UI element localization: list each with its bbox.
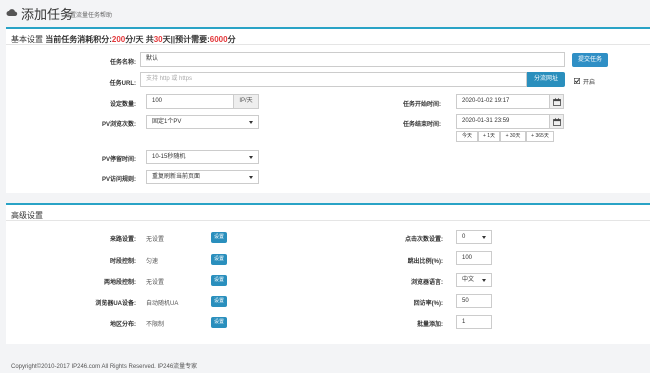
points-per-day: 200 (111, 35, 126, 44)
start-time-input[interactable]: 2020-01-02 19:17 (456, 94, 550, 109)
area-label: 地区分布: (110, 322, 136, 328)
area-value: 不限制 (146, 322, 165, 328)
end-time-label: 任务结束时间: (403, 122, 441, 128)
task-name-input[interactable]: 默认 (140, 52, 565, 67)
range-plus-365-button[interactable]: + 365天 (526, 131, 554, 142)
ua-value: 自动随机UA (146, 301, 179, 307)
chevron-down-icon (482, 279, 486, 282)
jump-ratio-label: 跳出比例(%): (407, 259, 443, 265)
page-header: 添加任务 设置流量任务帮助 (0, 0, 650, 26)
enable-checkbox[interactable] (574, 78, 580, 84)
browser-lang-value: 中文 (462, 277, 475, 283)
region-control-set-button[interactable]: 设置 (211, 275, 227, 286)
chevron-down-icon (249, 121, 253, 124)
task-url-label: 任务URL: (109, 81, 136, 87)
chevron-down-icon (249, 156, 253, 159)
days-count: 30 (153, 35, 163, 44)
submit-task-button[interactable]: 提交任务 (572, 53, 608, 67)
pv-depth-select[interactable]: 固定1个PV (146, 115, 259, 129)
batch-add-label: 批量添加: (417, 322, 443, 328)
footer-copyright: Copyright©2010-2017 IP246.com All Rights… (11, 364, 198, 370)
cloud-icon (6, 9, 18, 16)
pv-rule-value: 重复刷新当前页面 (152, 174, 201, 180)
pv-rule-select[interactable]: 重复刷新当前页面 (146, 170, 259, 184)
basic-heading-prefix: 基本设置 (11, 35, 43, 44)
browser-lang-label: 浏览器语言: (411, 280, 443, 286)
range-plus-1-button[interactable]: + 1天 (478, 131, 500, 142)
pv-stay-value: 10-15秒随机 (152, 154, 186, 160)
batch-add-input[interactable]: 1 (456, 315, 492, 329)
start-time-calendar-button[interactable] (549, 94, 564, 109)
ua-set-button[interactable]: 设置 (211, 296, 227, 307)
daily-count-unit: IP/天 (233, 94, 259, 109)
source-set-button[interactable]: 设置 (211, 232, 227, 243)
summary-label: 当前任务消耗积分: (45, 35, 112, 44)
start-time-label: 任务开始时间: (403, 102, 441, 108)
end-time-input[interactable]: 2020-01-31 23:59 (456, 114, 550, 129)
enable-label: 开启 (583, 80, 596, 86)
pv-depth-value: 固定1个PV (152, 119, 182, 125)
return-rate-label: 回访率(%): (413, 301, 443, 307)
days-suffix: 天||预计需要: (162, 35, 210, 44)
analyze-url-button[interactable]: 分流网址 (527, 72, 565, 87)
range-today-button[interactable]: 今天 (456, 131, 478, 142)
help-link[interactable]: 设置流量任务帮助 (64, 10, 112, 19)
calendar-icon (553, 118, 561, 126)
total-points: 6000 (209, 35, 228, 44)
task-name-label: 任务名称: (110, 60, 136, 66)
click-count-value: 0 (462, 234, 466, 240)
source-label: 来路设置: (110, 237, 136, 243)
basic-settings-panel: 基本设置 当前任务消耗积分:200分/天 共30天||预计需要:6000分 任务… (6, 27, 650, 193)
unit-per-day: 分/天 共 (125, 35, 154, 44)
region-control-label: 两地段控制: (104, 280, 136, 286)
browser-lang-select[interactable]: 中文 (456, 273, 492, 287)
divider (6, 44, 650, 45)
end-time-calendar-button[interactable] (549, 114, 564, 129)
task-url-placeholder: 支持 http 或 https (146, 76, 193, 82)
daily-count-label: 设定数量: (110, 102, 136, 108)
time-control-label: 时段控制: (110, 259, 136, 265)
chevron-down-icon (482, 236, 486, 239)
pv-depth-label: PV浏览次数: (101, 122, 136, 128)
pv-rule-label: PV访问规则: (101, 177, 136, 183)
click-count-select[interactable]: 0 (456, 230, 492, 244)
daily-count-input[interactable]: 100 (146, 94, 234, 109)
source-value: 无设置 (146, 237, 165, 243)
calendar-icon (553, 98, 561, 106)
jump-ratio-input[interactable]: 100 (456, 251, 492, 265)
task-url-input[interactable]: 支持 http 或 https (140, 72, 527, 87)
total-suffix: 分 (227, 35, 236, 44)
time-control-set-button[interactable]: 设置 (211, 254, 227, 265)
divider (6, 220, 650, 221)
pv-stay-select[interactable]: 10-15秒随机 (146, 150, 259, 164)
area-set-button[interactable]: 设置 (211, 317, 227, 328)
return-rate-input[interactable]: 50 (456, 294, 492, 308)
click-count-label: 点击次数设置: (405, 237, 443, 243)
region-control-value: 无设置 (146, 280, 165, 286)
ua-label: 浏览器UA设备: (95, 301, 136, 307)
time-control-value: 匀速 (146, 259, 159, 265)
advanced-settings-panel: 高级设置 来路设置: 无设置 设置 时段控制: 匀速 设置 两地段控制: 无设置… (6, 203, 650, 344)
chevron-down-icon (249, 176, 253, 179)
range-plus-30-button[interactable]: + 30天 (500, 131, 526, 142)
pv-stay-label: PV停留时间: (101, 157, 136, 163)
